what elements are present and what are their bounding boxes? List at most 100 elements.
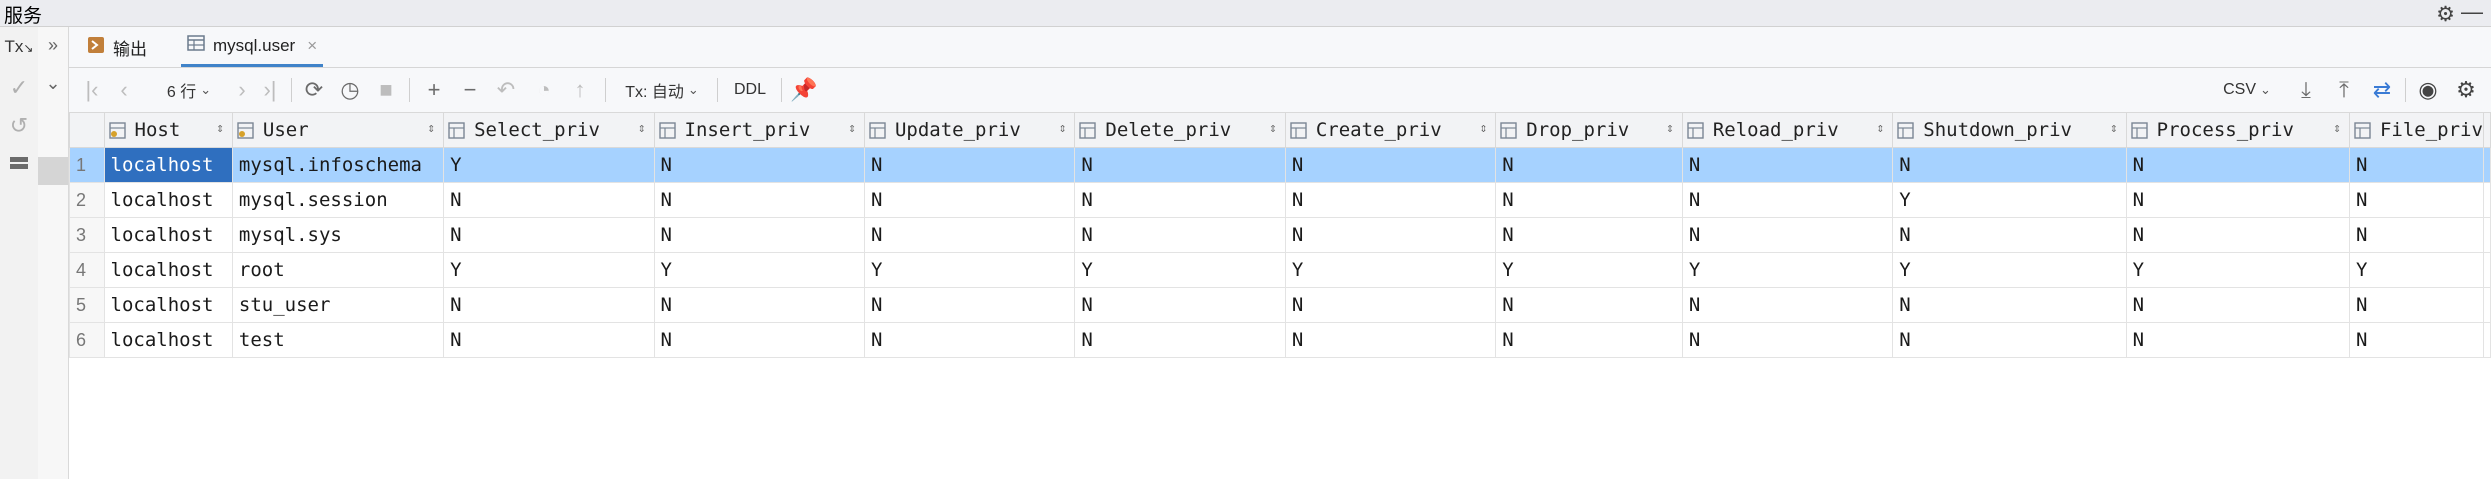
next-page-icon[interactable]: › [229, 68, 255, 112]
row-number[interactable]: 5 [69, 287, 105, 323]
row-number[interactable]: 1 [69, 147, 105, 183]
export-format-dropdown[interactable]: CSV ⌄ [2217, 68, 2277, 112]
upload-icon[interactable]: ⤒ [2329, 68, 2359, 112]
sort-icon[interactable]: ⇕ [848, 121, 856, 136]
table-cell[interactable]: N [1681, 147, 1894, 183]
table-cell[interactable]: N [1074, 147, 1286, 183]
table-cell[interactable]: Y [2348, 252, 2485, 288]
table-cell[interactable]: Y [1284, 252, 1497, 288]
table-cell[interactable]: N [1495, 322, 1683, 358]
table-cell[interactable]: N [653, 217, 865, 253]
table-cell[interactable]: N [1681, 182, 1894, 218]
table-cell[interactable]: N [443, 322, 655, 358]
clock-icon[interactable]: ◷ [335, 68, 365, 112]
submit-icon[interactable]: ↑ [565, 68, 595, 112]
column-header[interactable]: Insert_priv ⇕ [653, 112, 865, 148]
table-cell[interactable]: N [443, 287, 655, 323]
table-cell[interactable]: N [653, 147, 865, 183]
table-cell[interactable]: localhost [103, 287, 233, 323]
table-cell[interactable]: N [2348, 322, 2485, 358]
settings-gear-icon[interactable]: ⚙ [2451, 68, 2481, 112]
ddl-button[interactable]: DDL [725, 68, 775, 112]
table-cell[interactable]: N [1892, 322, 2127, 358]
table-cell[interactable]: localhost [103, 217, 233, 253]
table-cell[interactable]: N [1892, 147, 2127, 183]
column-header[interactable]: Delete_priv ⇕ [1074, 112, 1286, 148]
result-grid[interactable]: Host ⇕ User ⇕ Select_priv ⇕ Insert_priv ⇕ Up… [69, 112, 2491, 479]
table-cell[interactable]: N [443, 217, 655, 253]
table-cell[interactable]: localhost [103, 322, 233, 358]
row-number[interactable]: 2 [69, 182, 105, 218]
table-cell[interactable]: N [1284, 147, 1497, 183]
table-cell[interactable]: N [2348, 217, 2485, 253]
table-cell[interactable]: Y [1681, 252, 1894, 288]
table-cell[interactable]: N [1681, 287, 1894, 323]
table-row[interactable]: 6 localhost test N N N N N N N N N N [69, 322, 2491, 358]
table-cell[interactable]: N [1074, 287, 1286, 323]
table-cell[interactable]: N [1284, 322, 1497, 358]
table-cell[interactable]: N [653, 287, 865, 323]
table-cell[interactable]: N [1284, 217, 1497, 253]
table-cell[interactable]: N [2125, 287, 2350, 323]
table-cell[interactable]: N [653, 182, 865, 218]
table-cell[interactable]: N [1681, 322, 1894, 358]
table-cell[interactable]: N [1892, 287, 2127, 323]
table-cell[interactable]: N [863, 182, 1076, 218]
column-header[interactable]: Host ⇕ [103, 112, 233, 148]
table-cell[interactable]: N [1074, 322, 1286, 358]
table-cell[interactable]: mysql.infoschema [231, 147, 445, 183]
table-cell[interactable]: N [1495, 287, 1683, 323]
table-cell[interactable]: N [1495, 182, 1683, 218]
table-cell[interactable]: Y [1892, 182, 2127, 218]
table-cell[interactable]: N [863, 217, 1076, 253]
column-header[interactable]: Select_priv ⇕ [443, 112, 655, 148]
table-cell[interactable]: Y [443, 147, 655, 183]
revert-icon[interactable]: ↶ [491, 68, 521, 112]
minimize-icon[interactable]: — [2461, 0, 2483, 25]
tree-selected-node[interactable] [38, 157, 68, 185]
column-header[interactable]: Reload_priv ⇕ [1681, 112, 1894, 148]
pin-icon[interactable]: 📌 [789, 68, 819, 112]
column-header[interactable]: Update_priv ⇕ [863, 112, 1076, 148]
column-header[interactable]: Create_priv ⇕ [1284, 112, 1497, 148]
table-cell[interactable]: mysql.sys [231, 217, 445, 253]
table-cell[interactable]: N [653, 322, 865, 358]
column-header[interactable]: Drop_priv ⇕ [1495, 112, 1683, 148]
sort-icon[interactable]: ⇕ [1876, 121, 1884, 136]
table-row[interactable]: 5 localhost stu_user N N N N N N N N N N [69, 287, 2491, 323]
column-header[interactable]: Shutdown_priv ⇕ [1892, 112, 2127, 148]
table-cell[interactable]: Y [443, 252, 655, 288]
sort-icon[interactable]: ⇕ [1059, 121, 1067, 136]
view-icon[interactable]: ◔ [529, 68, 559, 112]
sort-icon[interactable]: ⇕ [427, 121, 435, 136]
table-row[interactable]: 4 localhost root Y Y Y Y Y Y Y Y Y Y [69, 252, 2491, 288]
eye-icon[interactable]: ◉ [2413, 68, 2443, 112]
table-cell[interactable]: N [1284, 182, 1497, 218]
refresh-icon[interactable]: ⟳ [299, 68, 329, 112]
last-page-icon[interactable]: ›| [257, 68, 283, 112]
table-cell[interactable]: test [231, 322, 445, 358]
table-cell[interactable]: N [1074, 182, 1286, 218]
sort-icon[interactable]: ⇕ [1479, 121, 1487, 136]
add-row-icon[interactable]: + [419, 68, 449, 112]
gear-icon[interactable]: ⚙ [2436, 2, 2455, 27]
table-cell[interactable]: N [1495, 217, 1683, 253]
table-cell[interactable]: Y [2125, 252, 2350, 288]
row-count-dropdown[interactable]: 6 行 ⌄ [153, 68, 225, 112]
table-cell[interactable]: Y [653, 252, 865, 288]
compare-icon[interactable]: ⇄ [2367, 68, 2397, 112]
table-cell[interactable]: localhost [103, 252, 233, 288]
table-cell[interactable]: N [2348, 182, 2485, 218]
first-page-icon[interactable]: |‹ [79, 68, 105, 112]
tab-mysql-user[interactable]: mysql.user × [181, 27, 324, 67]
table-cell[interactable]: N [1681, 217, 1894, 253]
tab-output[interactable]: 输出 [87, 27, 147, 67]
chevron-down-icon[interactable]: ⌄ [38, 73, 68, 94]
table-cell[interactable]: N [2348, 147, 2485, 183]
table-row[interactable]: 3 localhost mysql.sys N N N N N N N N N N [69, 217, 2491, 253]
row-number[interactable]: 6 [69, 322, 105, 358]
table-cell[interactable]: Y [1495, 252, 1683, 288]
row-number[interactable]: 4 [69, 252, 105, 288]
sort-icon[interactable]: ⇕ [1666, 121, 1674, 136]
table-cell[interactable]: N [443, 182, 655, 218]
